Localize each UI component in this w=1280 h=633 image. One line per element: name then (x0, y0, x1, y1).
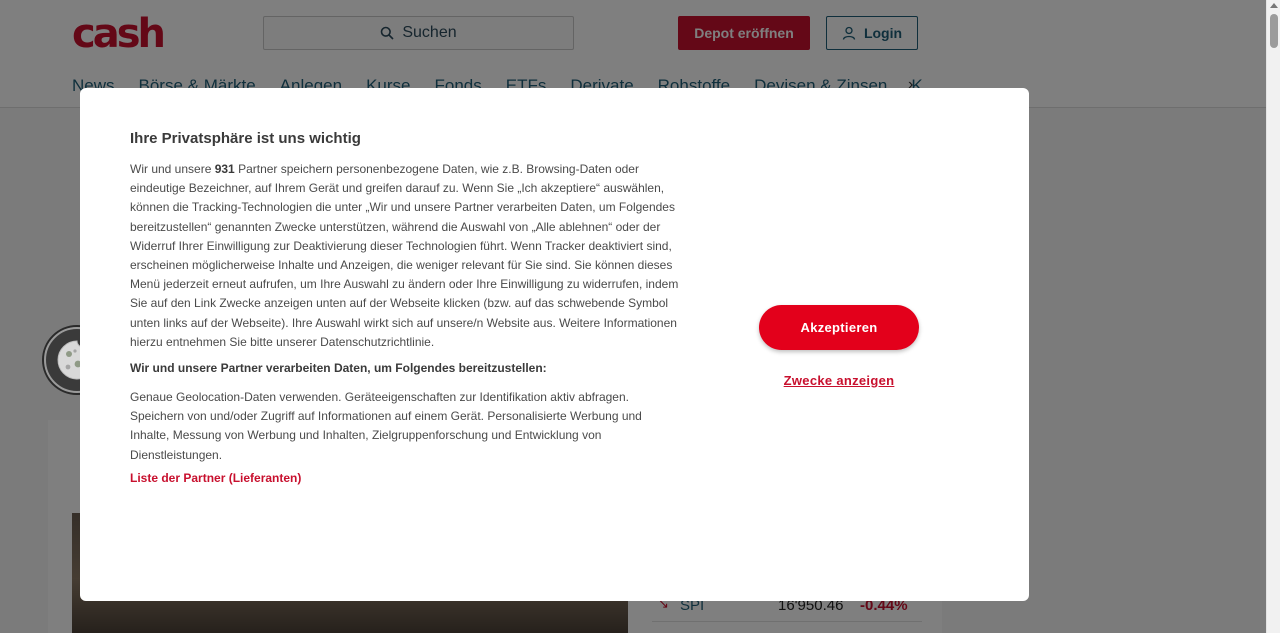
consent-body: Wir und unsere 931 Partner speichern per… (130, 162, 679, 349)
scroll-up-arrow-icon[interactable] (1270, 3, 1278, 8)
page-scrollbar[interactable] (1266, 0, 1280, 633)
partner-count: 931 (214, 162, 235, 176)
accept-button[interactable]: Akzeptieren (759, 305, 919, 350)
scroll-thumb[interactable] (1270, 14, 1278, 48)
purposes-heading: Wir und unsere Partner verarbeiten Daten… (130, 361, 547, 375)
consent-dialog: Ihre Privatsphäre ist uns wichtig Wir un… (80, 88, 1029, 601)
partner-list-link[interactable]: Liste der Partner (Lieferanten) (130, 471, 301, 485)
show-purposes-link[interactable]: Zwecke anzeigen (759, 373, 919, 388)
consent-title: Ihre Privatsphäre ist uns wichtig (130, 130, 361, 147)
purposes-text: Genaue Geolocation-Daten verwenden. Gerä… (130, 390, 642, 462)
